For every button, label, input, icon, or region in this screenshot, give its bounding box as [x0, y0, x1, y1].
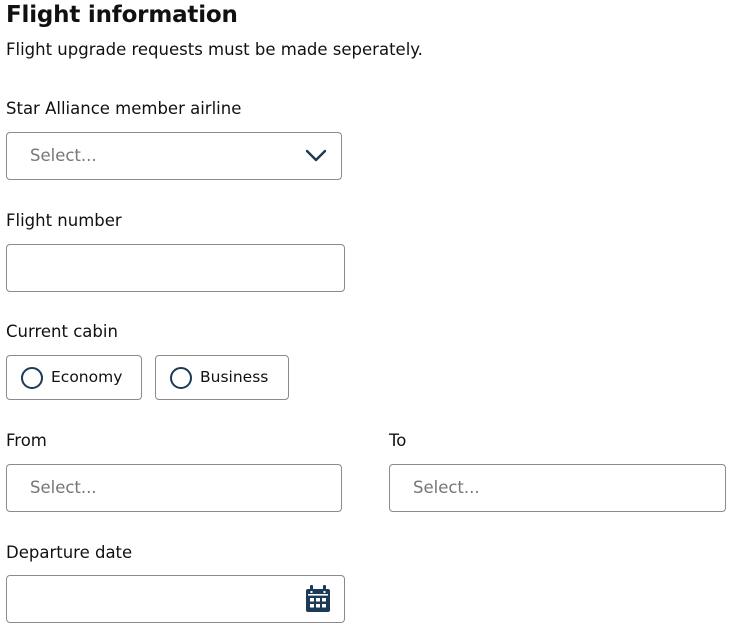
to-label: To	[389, 431, 407, 450]
flight-number-label: Flight number	[6, 211, 122, 230]
to-select[interactable]: Select...	[389, 464, 726, 512]
from-placeholder: Select...	[30, 478, 97, 497]
calendar-icon[interactable]	[305, 585, 331, 613]
airline-label: Star Alliance member airline	[6, 99, 242, 118]
radio-unselected-icon	[170, 367, 192, 389]
departure-date-label: Departure date	[6, 543, 133, 562]
form-title: Flight information	[6, 2, 238, 28]
chevron-down-icon	[305, 148, 327, 162]
flight-number-input[interactable]	[6, 244, 345, 292]
cabin-option-label: Business	[200, 368, 269, 386]
from-select[interactable]: Select...	[6, 464, 342, 512]
to-placeholder: Select...	[413, 478, 480, 497]
cabin-option-business[interactable]: Business	[155, 355, 289, 400]
radio-unselected-icon	[21, 367, 43, 389]
airline-select[interactable]: Select...	[6, 132, 342, 180]
form-subtitle: Flight upgrade requests must be made sep…	[6, 40, 423, 59]
cabin-option-economy[interactable]: Economy	[6, 355, 142, 400]
from-label: From	[6, 431, 47, 450]
airline-placeholder: Select...	[30, 146, 97, 165]
current-cabin-label: Current cabin	[6, 322, 118, 341]
departure-date-input[interactable]	[6, 575, 345, 623]
cabin-option-label: Economy	[51, 368, 123, 386]
